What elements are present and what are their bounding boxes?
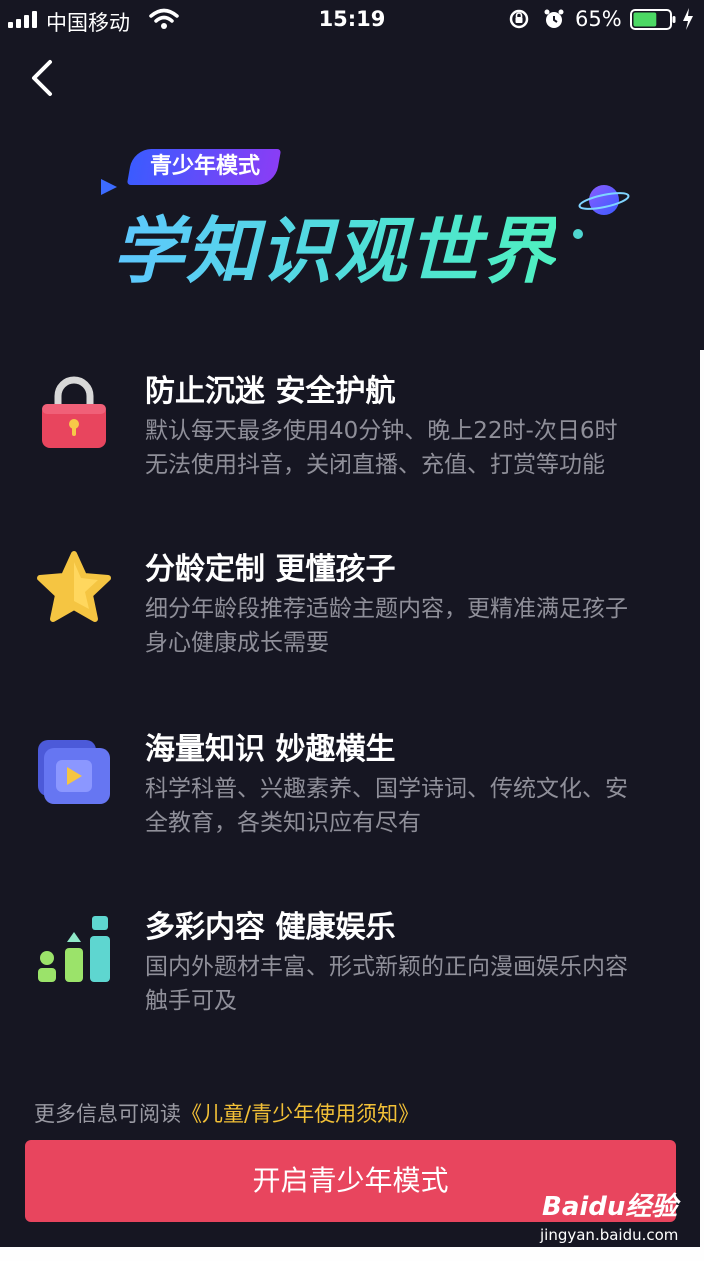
planet-icon (573, 185, 630, 239)
feature-title: 分龄定制 更懂孩子 (145, 552, 396, 587)
status-bar: 中国移动 15:19 65% (0, 0, 704, 40)
feature-title: 海量知识 妙趣横生 (145, 732, 396, 767)
bar-chart-icon (38, 916, 110, 982)
alarm-icon (544, 9, 564, 28)
description-line: 国内外题材丰富、形式新颖的正向漫画娱乐内容 (145, 954, 628, 980)
teen-mode-badge: 青少年模式 (126, 149, 282, 185)
screenshot-border-right (700, 350, 704, 1261)
baidu-jingyan-watermark: Baidu经验 jingyan.baidu.com (540, 1186, 680, 1246)
badge-label: 青少年模式 (150, 154, 261, 179)
rotation-lock-icon (509, 9, 529, 29)
hero-title: 学知识观世界 (112, 192, 556, 297)
more-info-text: 更多信息可阅读《儿童/青少年使用须知》 (34, 1098, 419, 1128)
feature-title: 防止沉迷 安全护航 (145, 374, 396, 409)
description-line: 触手可及 (145, 988, 237, 1014)
more-info-prefix: 更多信息可阅读 (34, 1102, 181, 1126)
description-line: 身心健康成长需要 (145, 630, 329, 656)
back-button[interactable] (24, 56, 64, 100)
feature-description: 细分年龄段推荐适龄主题内容，更精准满足孩子 身心健康成长需要 (145, 592, 680, 660)
video-folder-icon (38, 740, 110, 804)
lock-icon (42, 376, 106, 448)
app-screen: 中国移动 15:19 65% 青少年模式 学知识观世界 防止沉迷 安全护航 默认… (0, 0, 704, 1261)
description-line: 无法使用抖音，关闭直播、充值、打赏等功能 (145, 452, 605, 478)
battery-percent: 65% (575, 7, 622, 31)
description-line: 默认每天最多使用40分钟、晚上22时-次日6时 (145, 418, 618, 444)
charging-icon (683, 8, 693, 30)
feature-description: 国内外题材丰富、形式新颖的正向漫画娱乐内容 触手可及 (145, 950, 680, 1018)
watermark-site: jingyan.baidu.com (540, 1226, 679, 1244)
battery-icon (630, 9, 676, 30)
screenshot-border-bottom (0, 1247, 704, 1261)
description-line: 细分年龄段推荐适龄主题内容，更精准满足孩子 (145, 596, 628, 622)
feature-title: 多彩内容 健康娱乐 (145, 910, 396, 945)
usage-notice-link[interactable]: 《儿童/青少年使用须知》 (181, 1102, 419, 1126)
star-icon (37, 551, 111, 622)
description-line: 科学科普、兴趣素养、国学诗词、传统文化、安 (145, 776, 628, 802)
watermark-brand: Baidu经验 (542, 1192, 678, 1222)
feature-description: 科学科普、兴趣素养、国学诗词、传统文化、安 全教育，各类知识应有尽有 (145, 772, 680, 840)
description-line: 全教育，各类知识应有尽有 (145, 810, 421, 836)
feature-description: 默认每天最多使用40分钟、晚上22时-次日6时 无法使用抖音，关闭直播、充值、打… (145, 414, 680, 482)
